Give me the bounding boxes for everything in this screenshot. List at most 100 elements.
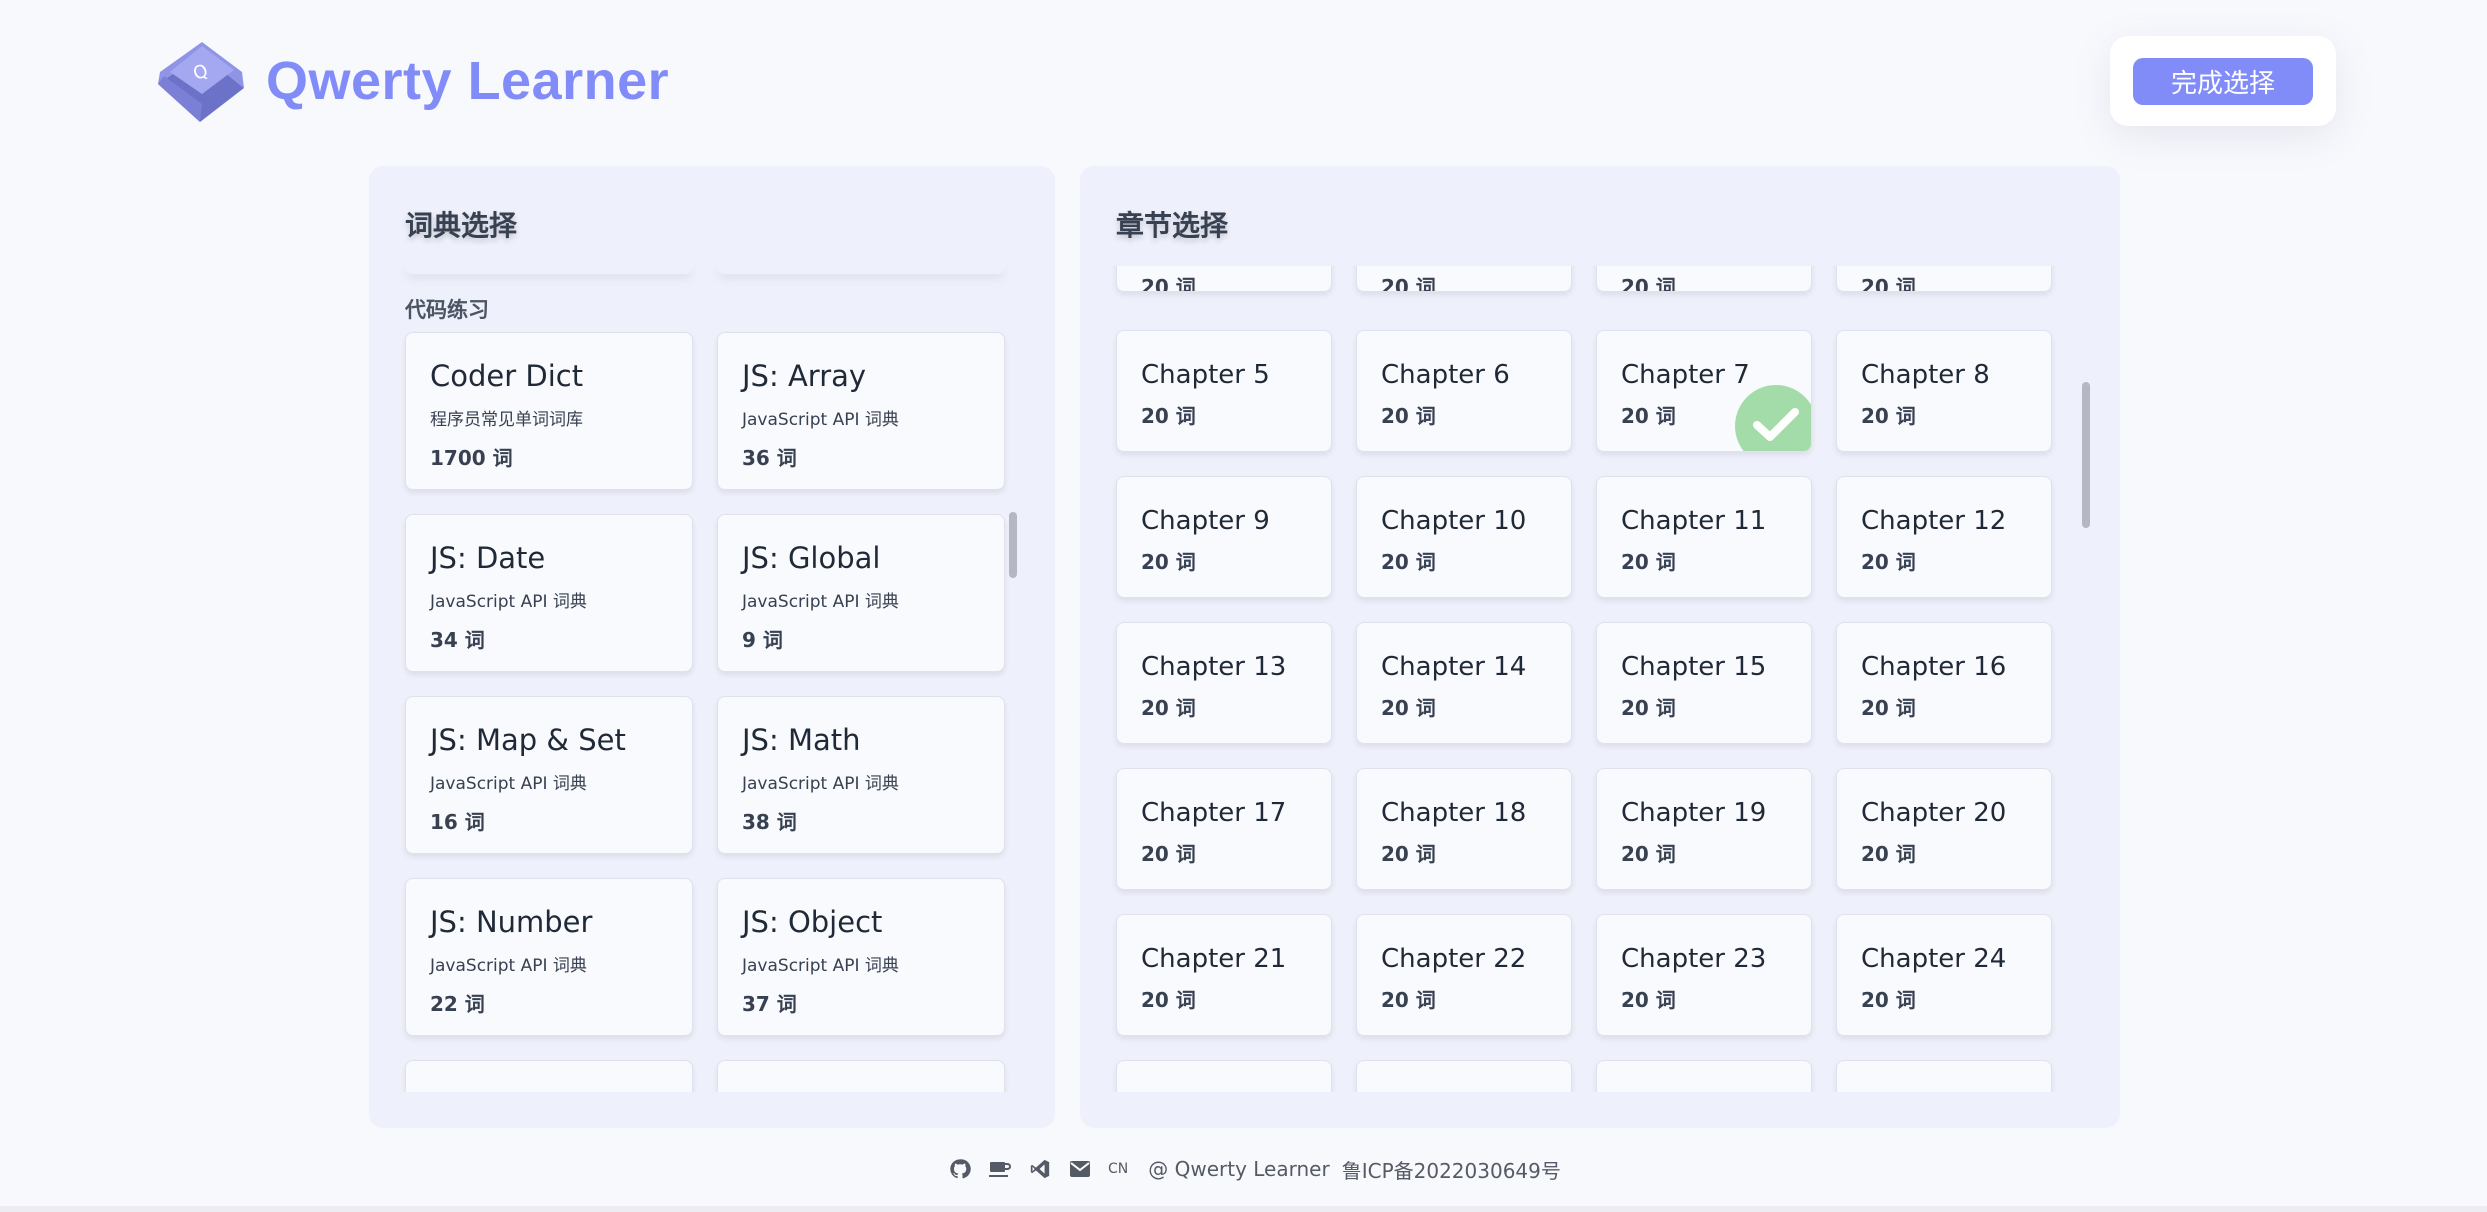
chapter-count: 20 词 [1141,549,1196,574]
chapter-name: Chapter 9 [1141,506,1270,536]
done-selection-button[interactable]: 完成选择 [2133,58,2313,105]
dict-name: JS: Map & Set [430,723,626,757]
chapter-count: 20 词 [1621,695,1676,720]
dict-desc: JavaScript API 词典 [430,773,587,794]
chapter-name: Chapter 11 [1621,506,1767,536]
chapter-card[interactable]: Chapter 17 20 词 [1116,768,1332,890]
chapter-count: 20 词 [1381,403,1436,428]
chapter-card[interactable]: Chapter 9 20 词 [1116,476,1332,598]
chapter-card[interactable]: Chapter 19 20 词 [1596,768,1812,890]
chapter-card-partial[interactable]: 20 词 [1116,266,1332,292]
dict-card-js-map-set[interactable]: JS: Map & Set JavaScript API 词典 16 词 [405,696,693,854]
chapter-card[interactable]: Chapter 22 20 词 [1356,914,1572,1036]
chapter-count: 20 词 [1141,695,1196,720]
dict-card-js-object[interactable]: JS: Object JavaScript API 词典 37 词 [717,878,1005,1036]
dict-count: 37 词 [742,991,797,1016]
dict-count: 34 词 [430,627,485,652]
done-container: 完成选择 [2110,36,2336,126]
chapter-card-partial[interactable] [1356,1060,1572,1092]
chapter-card[interactable]: Chapter 21 20 词 [1116,914,1332,1036]
chapter-list[interactable]: 20 词 20 词 20 词 20 词 Chapter 5 20 词 Chapter… [1080,266,2120,1092]
github-icon[interactable] [948,1157,972,1181]
chapter-card[interactable]: Chapter 18 20 词 [1356,768,1572,890]
chapter-panel: 章节选择 20 词 20 词 20 词 20 词 Chapter 5 20 词 Ch… [1080,166,2120,1128]
dict-name: JS: Array [742,359,867,393]
vscode-icon[interactable] [1028,1157,1052,1181]
dict-name: JS: Date [430,541,546,575]
chapter-card[interactable]: Chapter 11 20 词 [1596,476,1812,598]
language-switch[interactable]: CN [1108,1161,1128,1177]
dictionary-panel: 词典选择 代码练习 Coder Dict 程序员常见单词词库 1700 词 JS… [369,166,1055,1128]
chapter-card-partial[interactable] [1116,1060,1332,1092]
dict-desc: JavaScript API 词典 [430,591,587,612]
footer-copyright[interactable]: @ Qwerty Learner [1148,1157,1329,1181]
chapter-count: 20 词 [1861,275,1916,292]
chapter-card[interactable]: Chapter 20 20 词 [1836,768,2052,890]
dict-card-js-global[interactable]: JS: Global JavaScript API 词典 9 词 [717,514,1005,672]
chapter-card[interactable]: Chapter 7 20 词 [1596,330,1812,452]
chapter-count: 20 词 [1381,275,1436,292]
bottom-divider [0,1206,2487,1212]
dict-desc: 程序员常见单词词库 [430,409,583,430]
chapter-card[interactable]: Chapter 6 20 词 [1356,330,1572,452]
dict-card-coder-dict[interactable]: Coder Dict 程序员常见单词词库 1700 词 [405,332,693,490]
dict-name: JS: Math [742,723,861,757]
chapter-count: 20 词 [1381,549,1436,574]
footer: CN @ Qwerty Learner 鲁ICP备2022030649号 [948,1152,1573,1186]
chapter-count: 20 词 [1381,841,1436,866]
chapter-name: Chapter 7 [1621,360,1750,390]
chapter-name: Chapter 15 [1621,652,1767,682]
dict-desc: JavaScript API 词典 [742,409,899,430]
chapter-card[interactable]: Chapter 12 20 词 [1836,476,2052,598]
dict-card-js-number[interactable]: JS: Number JavaScript API 词典 22 词 [405,878,693,1036]
selected-check-icon [1735,385,1811,451]
chapter-card[interactable]: Chapter 8 20 词 [1836,330,2052,452]
chapter-count: 20 词 [1861,695,1916,720]
dictionary-scrollbar[interactable] [1009,512,1017,578]
footer-icp[interactable]: 鲁ICP备2022030649号 [1342,1155,1561,1184]
chapter-card-partial[interactable] [1596,1060,1812,1092]
chapter-scrollbar[interactable] [2082,382,2090,528]
app-title: Qwerty Learner [266,51,670,111]
chapter-count: 20 词 [1141,275,1196,292]
chapter-card-partial[interactable]: 20 词 [1596,266,1812,292]
chapter-card[interactable]: Chapter 24 20 词 [1836,914,2052,1036]
chapter-card[interactable]: Chapter 16 20 词 [1836,622,2052,744]
app-logo[interactable]: Q Qwerty Learner [150,38,669,124]
dict-count: 22 词 [430,991,485,1016]
dict-count: 38 词 [742,809,797,834]
chapter-card[interactable]: Chapter 5 20 词 [1116,330,1332,452]
chapter-name: Chapter 20 [1861,798,2007,828]
chapter-card[interactable]: Chapter 15 20 词 [1596,622,1812,744]
chapter-count: 20 词 [1621,987,1676,1012]
dict-card-partial[interactable] [717,1060,1005,1092]
chapter-card[interactable]: Chapter 13 20 词 [1116,622,1332,744]
dict-desc: JavaScript API 词典 [742,591,899,612]
chapter-count: 20 词 [1141,403,1196,428]
dict-card-js-math[interactable]: JS: Math JavaScript API 词典 38 词 [717,696,1005,854]
dict-name: Coder Dict [430,359,584,393]
coffee-icon[interactable] [988,1157,1012,1181]
dict-desc: JavaScript API 词典 [742,773,899,794]
dict-card-js-date[interactable]: JS: Date JavaScript API 词典 34 词 [405,514,693,672]
dict-card-js-array[interactable]: JS: Array JavaScript API 词典 36 词 [717,332,1005,490]
chapter-count: 20 词 [1621,275,1676,292]
dict-name: JS: Number [430,905,593,939]
chapter-card[interactable]: Chapter 14 20 词 [1356,622,1572,744]
chapter-card[interactable]: Chapter 23 20 词 [1596,914,1812,1036]
mail-icon[interactable] [1068,1157,1092,1181]
chapter-name: Chapter 8 [1861,360,1990,390]
chapter-name: Chapter 16 [1861,652,2007,682]
chapter-card-partial[interactable] [1836,1060,2052,1092]
dict-card-partial[interactable] [405,1060,693,1092]
dict-count: 1700 词 [430,445,513,470]
chapter-name: Chapter 22 [1381,944,1527,974]
dictionary-list[interactable]: 代码练习 Coder Dict 程序员常见单词词库 1700 词 JS: Arr… [369,266,1055,1092]
dictionary-group-label: 代码练习 [405,298,489,322]
chapter-card-partial[interactable]: 20 词 [1356,266,1572,292]
chapter-name: Chapter 17 [1141,798,1287,828]
chapter-name: Chapter 19 [1621,798,1767,828]
chapter-card[interactable]: Chapter 10 20 词 [1356,476,1572,598]
dict-count: 9 词 [742,627,783,652]
chapter-card-partial[interactable]: 20 词 [1836,266,2052,292]
